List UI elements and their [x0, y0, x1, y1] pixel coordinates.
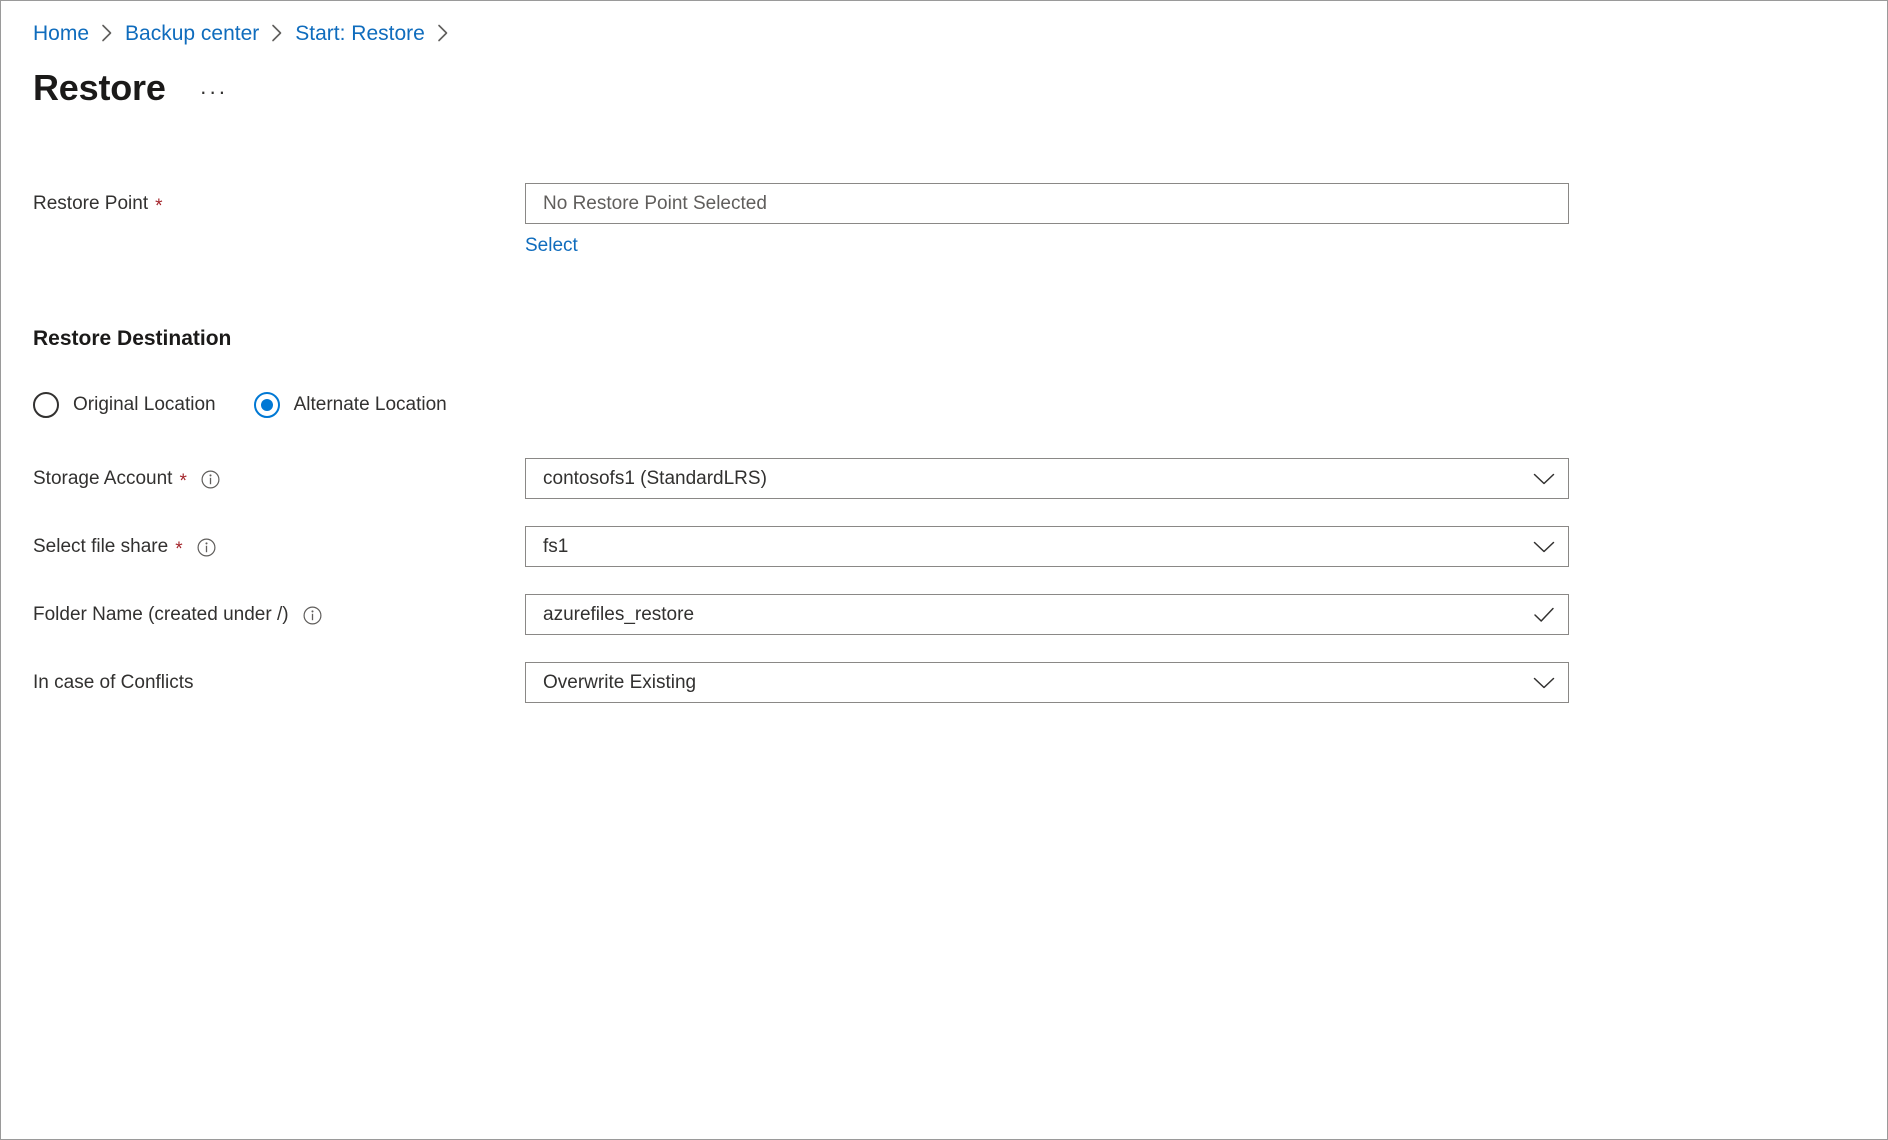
radio-selected-icon[interactable] — [254, 392, 280, 418]
field-in-case-of-conflicts: In case of Conflicts Overwrite Existing — [33, 662, 1887, 703]
in-case-of-conflicts-label-text: In case of Conflicts — [33, 671, 194, 695]
storage-account-dropdown[interactable]: contosofs1 (StandardLRS) — [525, 458, 1569, 499]
required-asterisk: * — [175, 540, 182, 559]
restore-destination-heading: Restore Destination — [33, 327, 1887, 351]
info-icon[interactable] — [201, 470, 220, 489]
title-row: Restore ··· — [33, 65, 1887, 111]
checkmark-icon — [1533, 604, 1555, 626]
breadcrumb-item-home[interactable]: Home — [33, 19, 89, 49]
folder-name-input[interactable]: azurefiles_restore — [525, 594, 1569, 635]
blade-content: Home Backup center Start: Restore Res — [1, 1, 1887, 703]
storage-account-control: contosofs1 (StandardLRS) — [525, 458, 1569, 499]
in-case-of-conflicts-dropdown[interactable]: Overwrite Existing — [525, 662, 1569, 703]
chevron-right-icon — [271, 24, 283, 42]
restore-point-label: Restore Point * — [33, 183, 525, 216]
select-file-share-label-text: Select file share — [33, 535, 168, 559]
chevron-right-icon — [101, 24, 113, 42]
folder-name-value: azurefiles_restore — [543, 604, 694, 626]
field-select-file-share: Select file share * fs1 — [33, 526, 1887, 567]
in-case-of-conflicts-label: In case of Conflicts — [33, 662, 525, 695]
restore-form: Restore Point * No Restore Point Selecte… — [33, 183, 1887, 703]
select-file-share-control: fs1 — [525, 526, 1569, 567]
restore-destination-radio-group: Original Location Alternate Location — [33, 392, 1887, 418]
field-folder-name: Folder Name (created under /) azurefiles… — [33, 594, 1887, 635]
spacer — [33, 635, 1887, 662]
radio-original-location[interactable]: Original Location — [33, 392, 216, 418]
select-file-share-label: Select file share * — [33, 526, 525, 559]
field-restore-point: Restore Point * No Restore Point Selecte… — [33, 183, 1887, 257]
required-asterisk: * — [179, 472, 186, 491]
restore-blade: Home Backup center Start: Restore Res — [0, 0, 1888, 1140]
folder-name-control: azurefiles_restore — [525, 594, 1569, 635]
required-asterisk: * — [155, 197, 162, 216]
ellipsis-icon[interactable]: ··· — [194, 79, 234, 105]
chevron-down-icon[interactable] — [1533, 672, 1555, 694]
chevron-down-icon[interactable] — [1533, 536, 1555, 558]
radio-original-location-label: Original Location — [73, 394, 216, 416]
breadcrumb-item-start-restore[interactable]: Start: Restore — [295, 19, 425, 49]
spacer — [33, 499, 1887, 526]
folder-name-label: Folder Name (created under /) — [33, 594, 525, 627]
breadcrumb-item-backup-center[interactable]: Backup center — [125, 19, 259, 49]
storage-account-label: Storage Account * — [33, 458, 525, 491]
radio-alternate-location[interactable]: Alternate Location — [254, 392, 447, 418]
storage-account-value: contosofs1 (StandardLRS) — [543, 468, 767, 490]
breadcrumb: Home Backup center Start: Restore — [33, 19, 1887, 49]
select-file-share-dropdown[interactable]: fs1 — [525, 526, 1569, 567]
folder-name-label-text: Folder Name (created under /) — [33, 603, 289, 627]
restore-point-label-text: Restore Point — [33, 192, 148, 216]
field-storage-account: Storage Account * contosofs1 (StandardLR… — [33, 458, 1887, 499]
radio-unselected-icon[interactable] — [33, 392, 59, 418]
info-icon[interactable] — [303, 606, 322, 625]
select-file-share-value: fs1 — [543, 536, 568, 558]
in-case-of-conflicts-control: Overwrite Existing — [525, 662, 1569, 703]
spacer — [33, 567, 1887, 594]
select-restore-point-link[interactable]: Select — [525, 235, 578, 257]
radio-alternate-location-label: Alternate Location — [294, 394, 447, 416]
restore-point-input[interactable]: No Restore Point Selected — [525, 183, 1569, 224]
in-case-of-conflicts-value: Overwrite Existing — [543, 672, 696, 694]
chevron-right-icon — [437, 24, 449, 42]
restore-point-control: No Restore Point Selected Select — [525, 183, 1569, 257]
page-title: Restore — [33, 66, 166, 110]
info-icon[interactable] — [197, 538, 216, 557]
chevron-down-icon[interactable] — [1533, 468, 1555, 490]
storage-account-label-text: Storage Account — [33, 467, 172, 491]
